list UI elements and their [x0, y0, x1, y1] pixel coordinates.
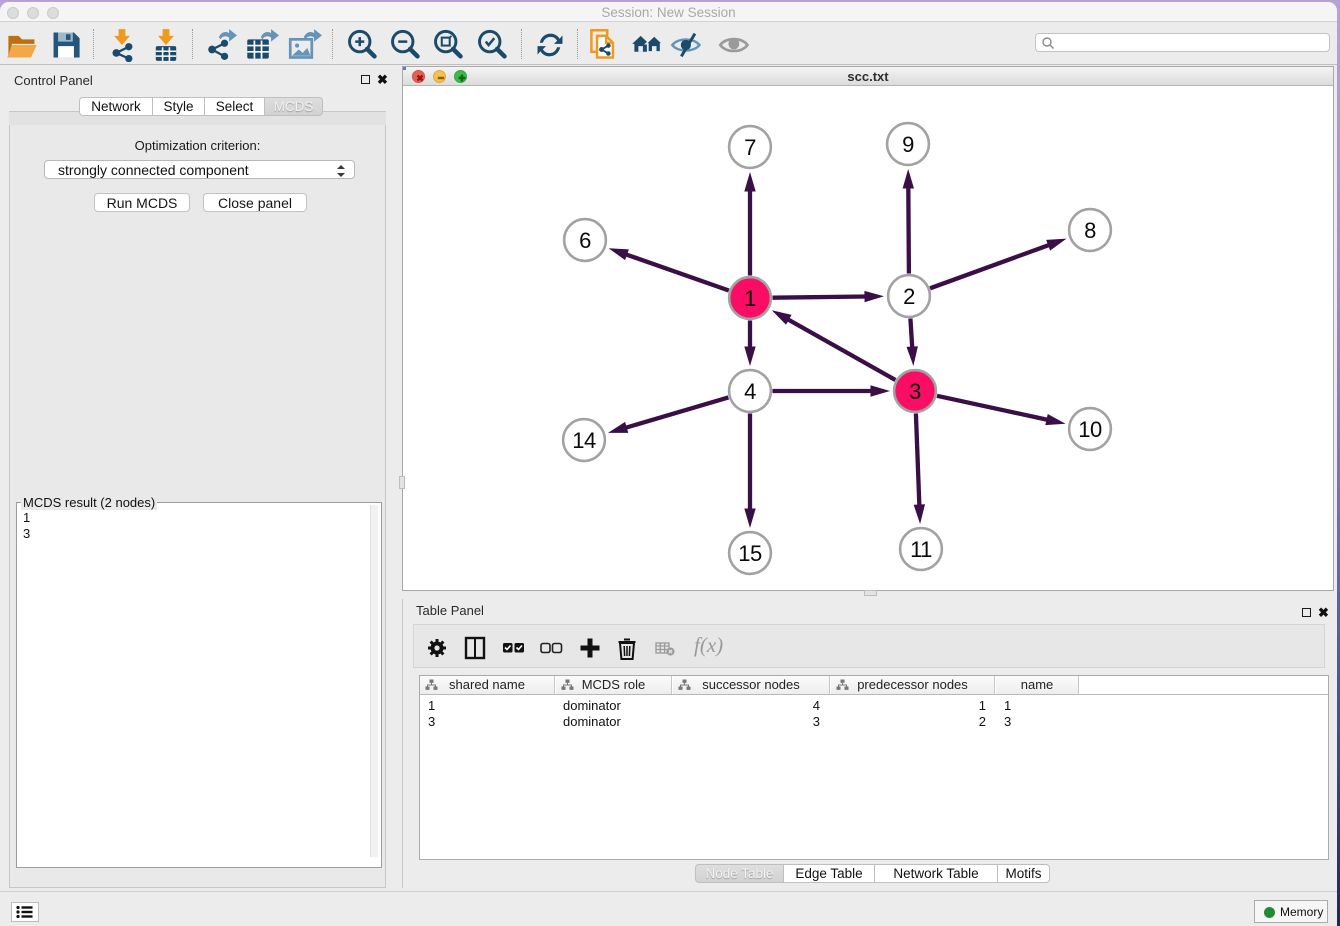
svg-text:11: 11	[910, 537, 932, 562]
svg-text:7: 7	[744, 135, 756, 160]
svg-text:10: 10	[1078, 417, 1102, 442]
svg-text:3: 3	[909, 379, 921, 404]
svg-text:6: 6	[579, 228, 591, 253]
svg-text:9: 9	[902, 132, 914, 157]
svg-text:1: 1	[744, 286, 756, 311]
svg-text:8: 8	[1084, 218, 1096, 243]
svg-text:14: 14	[572, 428, 596, 453]
svg-text:15: 15	[738, 541, 762, 566]
svg-text:2: 2	[903, 284, 915, 309]
svg-text:4: 4	[744, 379, 756, 404]
